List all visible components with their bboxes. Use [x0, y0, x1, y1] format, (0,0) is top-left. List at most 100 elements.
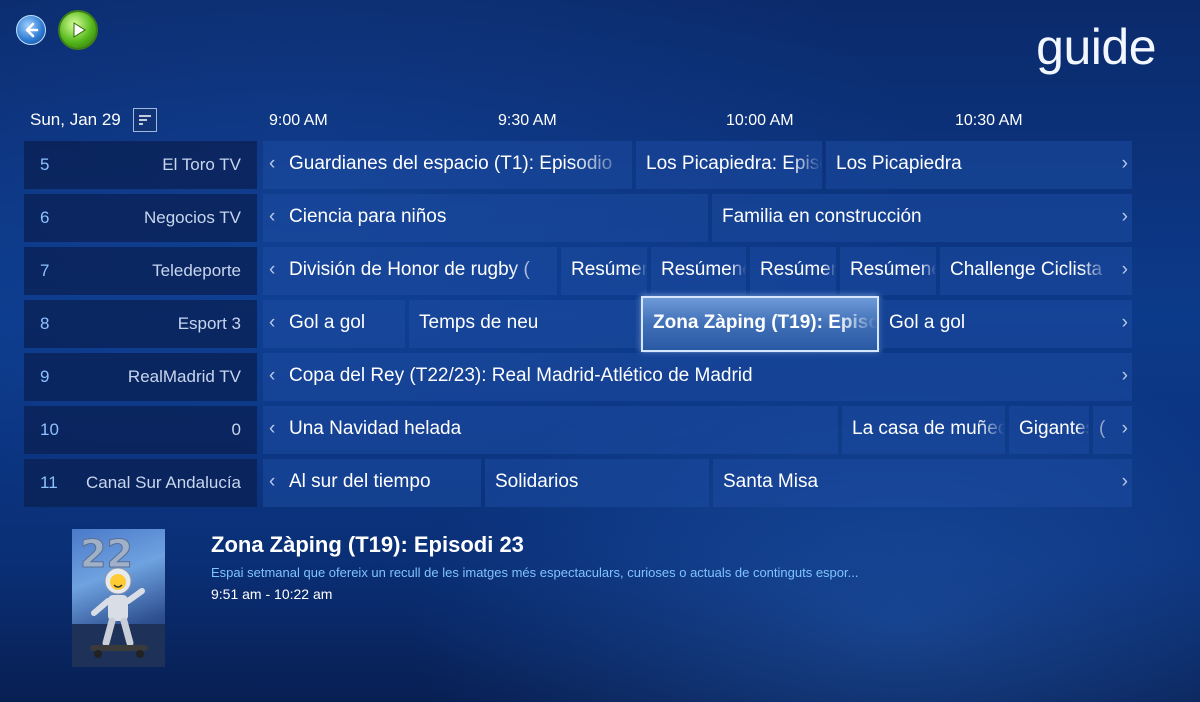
- program-cell[interactable]: Santa Misa ›: [713, 459, 1132, 507]
- program-cell[interactable]: ‹ División de Honor de rugby (: [263, 247, 557, 295]
- sort-button[interactable]: [133, 108, 157, 132]
- back-button[interactable]: [16, 15, 46, 45]
- channel-name: 0: [231, 420, 241, 439]
- program-title: Los Picapiedra: [836, 153, 962, 174]
- channel-number: 5: [40, 155, 50, 174]
- program-title: Gol a gol: [889, 312, 966, 333]
- channel-cell[interactable]: 6 Negocios TV: [24, 194, 257, 242]
- channel-number: 10: [40, 420, 59, 439]
- program-cell[interactable]: Solidarios: [485, 459, 709, 507]
- channel-number: 6: [40, 208, 50, 227]
- svg-text:22: 22: [80, 532, 133, 576]
- channel-number: 7: [40, 261, 50, 280]
- program-cell[interactable]: ( ›: [1093, 406, 1132, 454]
- chevron-left-icon: ‹: [269, 153, 276, 174]
- program-title: La casa de muñecas: [852, 418, 1005, 439]
- program-cell[interactable]: Los Picapiedra ›: [826, 141, 1132, 189]
- program-title: Copa del Rey (T22/23): Real Madrid-Atlét…: [289, 365, 753, 386]
- program-title: Temps de neu: [419, 312, 539, 333]
- detail-description: Espai setmanal que ofereix un recull de …: [211, 565, 859, 580]
- chevron-left-icon: ‹: [269, 312, 276, 333]
- sort-lines-icon: [139, 115, 151, 125]
- channel-name: Negocios TV: [143, 208, 241, 227]
- channel-cell[interactable]: 8 Esport 3: [24, 300, 257, 348]
- program-cell[interactable]: Temps de neu: [409, 300, 638, 348]
- program-title: Los Picapiedra: Episodio: [646, 153, 822, 174]
- chevron-left-icon: ‹: [269, 206, 276, 227]
- skater-illustration: 22: [72, 532, 165, 667]
- program-title: Resúmenes: [850, 259, 936, 280]
- program-cell[interactable]: ‹ Al sur del tiempo: [263, 459, 481, 507]
- date-label: Sun, Jan 29: [30, 110, 121, 129]
- channel-row: 11 Canal Sur Andalucía ‹ Al sur del tiem…: [24, 459, 1132, 507]
- chevron-right-icon: ›: [1121, 471, 1128, 492]
- program-title: Ciencia para niños: [289, 206, 447, 227]
- program-cell[interactable]: La casa de muñecas: [842, 406, 1005, 454]
- program-thumbnail: 22: [72, 529, 165, 667]
- channel-name: Canal Sur Andalucía: [86, 473, 241, 492]
- channel-number: 9: [40, 367, 50, 386]
- program-cell[interactable]: Resúmenes: [750, 247, 836, 295]
- channel-row: 9 RealMadrid TV ‹ Copa del Rey (T22/23):…: [24, 353, 1132, 401]
- time-slot-label: 9:30 AM: [498, 112, 557, 129]
- program-cell[interactable]: Resúmenes: [651, 247, 746, 295]
- program-title: Challenge Ciclista: [950, 259, 1103, 280]
- play-icon: [73, 22, 86, 38]
- program-cell[interactable]: ‹ Gol a gol: [263, 300, 405, 348]
- chevron-right-icon: ›: [1121, 418, 1128, 439]
- channel-name: RealMadrid TV: [127, 367, 241, 386]
- channel-cell[interactable]: 7 Teledeporte: [24, 247, 257, 295]
- channel-cell[interactable]: 10 0: [24, 406, 257, 454]
- chevron-right-icon: ›: [1121, 312, 1128, 333]
- program-cell[interactable]: Los Picapiedra: Episodio: [636, 141, 822, 189]
- program-cell[interactable]: Familia en construcción ›: [712, 194, 1132, 242]
- program-cell[interactable]: Challenge Ciclista ›: [940, 247, 1132, 295]
- chevron-left-icon: ‹: [269, 418, 276, 439]
- detail-title: Zona Zàping (T19): Episodi 23: [211, 532, 524, 557]
- page-title: guide: [1036, 19, 1156, 75]
- program-title: Resúmenes: [760, 259, 836, 280]
- channel-number: 8: [40, 314, 50, 333]
- program-cell[interactable]: Gol a gol ›: [879, 300, 1132, 348]
- program-cell[interactable]: Gigantes: [1009, 406, 1089, 454]
- channel-cell[interactable]: 11 Canal Sur Andalucía: [24, 459, 257, 507]
- program-cell[interactable]: ‹ Copa del Rey (T22/23): Real Madrid-Atl…: [263, 353, 1132, 401]
- channel-number: 11: [40, 473, 58, 492]
- program-cell[interactable]: ‹ Guardianes del espacio (T1): Episodio: [263, 141, 632, 189]
- program-title: Santa Misa: [723, 471, 819, 492]
- chevron-right-icon: ›: [1121, 259, 1128, 280]
- channel-row: 8 Esport 3 ‹ Gol a gol Temps de neu Zona…: [24, 296, 1132, 352]
- chevron-right-icon: ›: [1121, 153, 1128, 174]
- chevron-left-icon: ‹: [269, 471, 276, 492]
- program-title: Familia en construcción: [722, 206, 922, 227]
- program-title: Zona Zàping (T19): Episodi 23: [653, 312, 877, 333]
- program-title: Resúmenes: [661, 259, 746, 280]
- program-title: Resúmenes: [571, 259, 647, 280]
- channel-row: 10 0 ‹ Una Navidad helada La casa de muñ…: [24, 406, 1132, 454]
- back-arrow-icon: [25, 22, 39, 38]
- time-slot-label: 10:00 AM: [726, 112, 794, 129]
- program-title: Gol a gol: [289, 312, 366, 333]
- program-title: Solidarios: [495, 471, 579, 492]
- program-cell[interactable]: Resúmenes: [840, 247, 936, 295]
- channel-cell[interactable]: 5 El Toro TV: [24, 141, 257, 189]
- time-slot-label: 10:30 AM: [955, 112, 1023, 129]
- selected-program-cell[interactable]: Zona Zàping (T19): Episodi 23: [641, 296, 879, 352]
- program-title: Gigantes: [1019, 418, 1089, 439]
- chevron-left-icon: ‹: [269, 259, 276, 280]
- top-navigation: [16, 10, 98, 50]
- program-title: División de Honor de rugby (: [289, 259, 530, 280]
- program-cell[interactable]: ‹ Una Navidad helada: [263, 406, 838, 454]
- program-title: Guardianes del espacio (T1): Episodio: [289, 153, 613, 174]
- program-cell[interactable]: Resúmenes: [561, 247, 647, 295]
- program-cell[interactable]: ‹ Ciencia para niños: [263, 194, 708, 242]
- time-slot-label: 9:00 AM: [269, 112, 328, 129]
- detail-time: 9:51 am - 10:22 am: [211, 586, 333, 602]
- chevron-right-icon: ›: [1121, 365, 1128, 386]
- program-title: Una Navidad helada: [289, 418, 462, 439]
- chevron-left-icon: ‹: [269, 365, 276, 386]
- channel-row: 6 Negocios TV ‹ Ciencia para niños Famil…: [24, 194, 1132, 242]
- play-button[interactable]: [58, 10, 98, 50]
- channel-cell[interactable]: 9 RealMadrid TV: [24, 353, 257, 401]
- channel-row: 5 El Toro TV ‹ Guardianes del espacio (T…: [24, 141, 1132, 189]
